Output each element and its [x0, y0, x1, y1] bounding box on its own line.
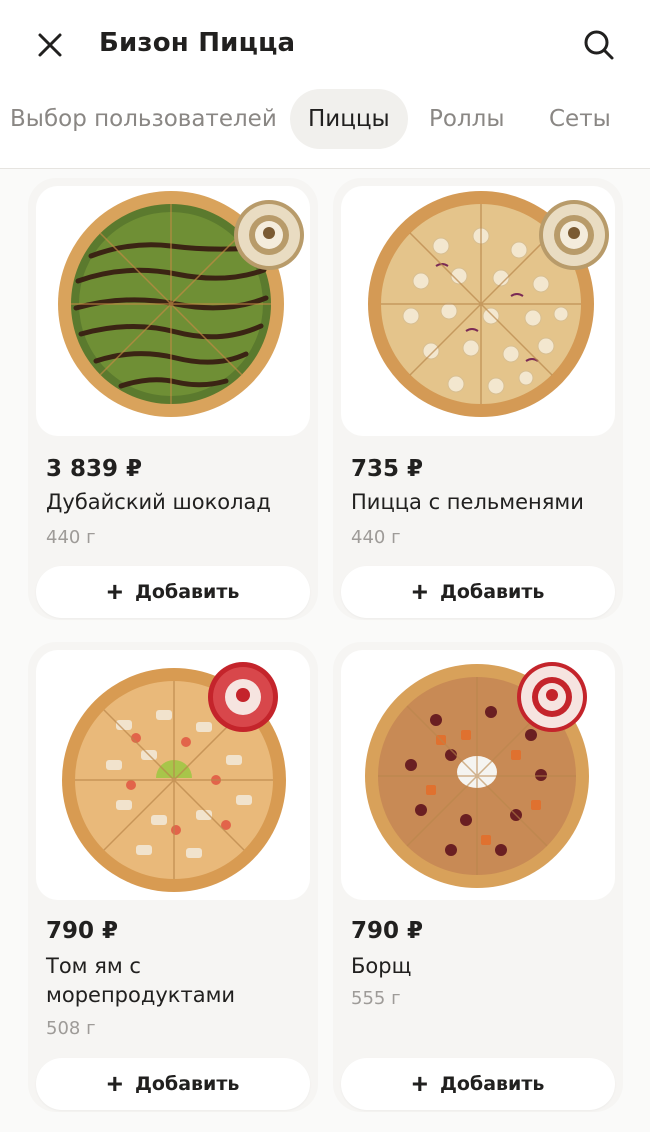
- add-button-label: Добавить: [439, 1073, 545, 1095]
- product-weight: 508 г: [46, 1018, 96, 1039]
- product-card[interactable]: 790 ₽ Борщ 555 г + Добавить: [333, 642, 623, 1112]
- add-to-cart-button[interactable]: + Добавить: [341, 566, 615, 618]
- product-price: 735 ₽: [351, 456, 424, 482]
- search-icon: [584, 30, 614, 60]
- exclusive-badge-icon: [234, 200, 304, 270]
- product-image[interactable]: [341, 650, 615, 900]
- product-price: 790 ₽: [351, 918, 424, 944]
- product-weight: 440 г: [46, 527, 96, 548]
- product-name: Борщ: [351, 954, 412, 978]
- product-name: Пицца с пельменями: [351, 490, 584, 514]
- product-price: 790 ₽: [46, 918, 119, 944]
- product-image[interactable]: [36, 650, 310, 900]
- product-price: 3 839 ₽: [46, 456, 143, 482]
- add-to-cart-button[interactable]: + Добавить: [341, 1058, 615, 1110]
- product-card[interactable]: 3 839 ₽ Дубайский шоколад 440 г + Добави…: [28, 178, 318, 620]
- product-name: Том ям с морепродуктами: [46, 954, 236, 1007]
- close-icon: [38, 33, 62, 57]
- add-to-cart-button[interactable]: + Добавить: [36, 1058, 310, 1110]
- tab-users-choice[interactable]: Выбор пользователей: [10, 89, 277, 149]
- product-image[interactable]: [341, 186, 615, 436]
- product-image[interactable]: [36, 186, 310, 436]
- exclusive-badge-icon: [539, 200, 609, 270]
- plus-icon: +: [411, 576, 428, 607]
- app-header: Бизон Пицца: [0, 0, 650, 90]
- add-button-label: Добавить: [439, 581, 545, 603]
- product-card[interactable]: 735 ₽ Пицца с пельменями 440 г + Добавит…: [333, 178, 623, 620]
- add-to-cart-button[interactable]: + Добавить: [36, 566, 310, 618]
- product-name: Дубайский шоколад: [46, 490, 271, 514]
- tab-pizzas[interactable]: Пиццы: [290, 89, 408, 149]
- add-button-label: Добавить: [134, 581, 240, 603]
- plus-icon: +: [411, 1068, 428, 1099]
- search-button[interactable]: [578, 24, 620, 66]
- add-button-label: Добавить: [134, 1073, 240, 1095]
- tab-rolls[interactable]: Роллы: [429, 89, 505, 149]
- close-button[interactable]: [30, 25, 70, 65]
- plus-icon: +: [106, 1068, 123, 1099]
- new-item-badge-icon: [208, 662, 278, 732]
- product-weight: 440 г: [351, 527, 401, 548]
- page-title: Бизон Пицца: [99, 28, 296, 58]
- product-weight: 555 г: [351, 988, 401, 1009]
- tab-sets[interactable]: Сеты: [549, 89, 611, 149]
- plus-icon: +: [106, 576, 123, 607]
- product-card[interactable]: 790 ₽ Том ям с морепродуктами 508 г + До…: [28, 642, 318, 1112]
- category-tabs: Выбор пользователей Пиццы Роллы Сеты: [0, 86, 650, 152]
- exclusive-badge-icon: [517, 662, 587, 732]
